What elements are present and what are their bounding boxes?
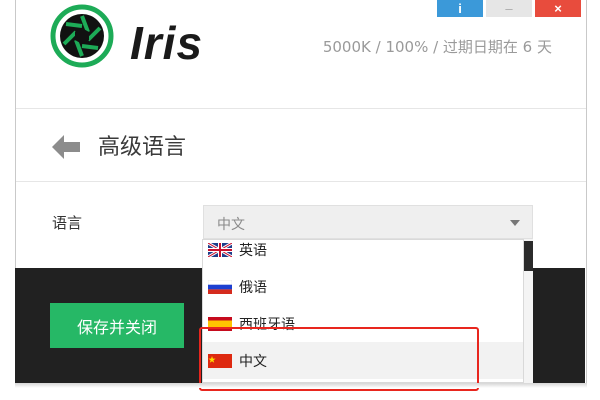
language-option-label: 中文 — [239, 354, 267, 370]
app-logo-text: Iris — [130, 17, 204, 69]
header: Iris 5000K / 100% / 过期日期在 6 天 i – × — [16, 0, 586, 109]
dropdown-scrollbar[interactable] — [524, 239, 533, 383]
iris-logo-icon — [50, 4, 114, 68]
page-title: 高级语言 — [98, 135, 187, 160]
language-select[interactable]: 中文 — [203, 205, 533, 239]
language-option-chinese[interactable]: 中文 — [203, 342, 523, 379]
china-flag-icon — [208, 354, 232, 368]
language-label: 语言 — [52, 214, 83, 232]
close-button[interactable]: × — [535, 0, 581, 17]
language-option-label: 英语 — [239, 243, 267, 259]
info-button[interactable]: i — [437, 0, 483, 17]
language-option-label: 俄语 — [239, 280, 267, 296]
uk-flag-icon — [208, 243, 232, 257]
language-option-russian[interactable]: 俄语 — [203, 268, 523, 305]
save-and-close-button[interactable]: 保存并关闭 — [50, 303, 184, 348]
russia-flag-icon — [208, 280, 232, 294]
language-select-value: 中文 — [217, 217, 245, 233]
language-dropdown-list: 英语 俄语 西班牙语 中文 — [202, 239, 524, 383]
language-option-spanish[interactable]: 西班牙语 — [203, 305, 523, 342]
minimize-button[interactable]: – — [486, 0, 532, 17]
window-shadow — [15, 383, 587, 388]
page-title-bar: 高级语言 — [16, 109, 586, 182]
status-text: 5000K / 100% / 过期日期在 6 天 — [322, 38, 552, 56]
spain-flag-icon — [208, 317, 232, 331]
scrollbar-thumb[interactable] — [524, 241, 533, 271]
chevron-down-icon — [510, 220, 520, 226]
language-option-english[interactable]: 英语 — [203, 240, 523, 268]
back-arrow-icon[interactable] — [52, 135, 80, 159]
language-option-label: 西班牙语 — [239, 317, 295, 333]
